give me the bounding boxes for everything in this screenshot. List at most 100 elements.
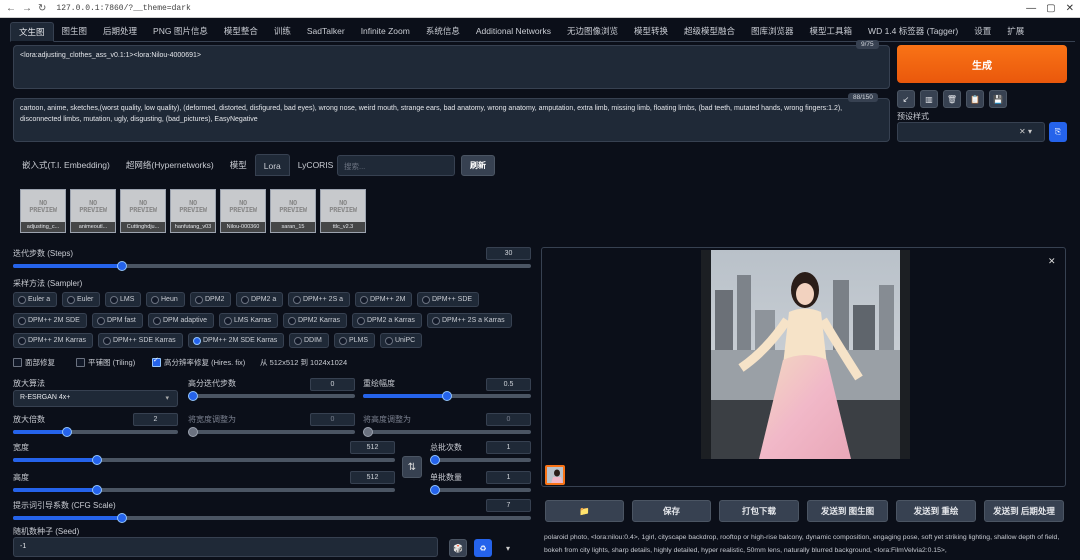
zip-download-button[interactable]: 打包下载 [719,500,799,522]
sampler-option[interactable]: UniPC [380,333,423,348]
clipboard-icon[interactable]: 📋 [966,90,984,108]
batch-count-input[interactable]: 1 [486,441,531,454]
network-tab-1[interactable]: 超网络(Hypernetworks) [118,154,222,176]
cfg-slider[interactable] [13,513,531,523]
tab-9[interactable]: Additional Networks [468,22,559,42]
sampler-option[interactable]: LMS [105,292,142,307]
sampler-option[interactable]: DPM++ 2M Karras [13,333,93,348]
tab-7[interactable]: Infinite Zoom [353,22,418,42]
hires-steps-input[interactable]: 0 [310,378,355,391]
lora-card[interactable]: NO PREVIEW saran_15 [270,189,316,233]
resize-width-input[interactable]: 0 [310,413,355,426]
reload-icon[interactable]: ↻ [38,3,46,14]
sampler-option[interactable]: DPM++ 2M SDE Karras [188,333,285,348]
send-to-inpaint-button[interactable]: 发送到 重绘 [896,500,976,522]
negative-prompt[interactable]: cartoon, anime, sketches,(worst quality,… [13,98,890,142]
network-tab-4[interactable]: LyCORIS [290,154,342,176]
tab-6[interactable]: SadTalker [299,22,353,42]
sampler-option[interactable]: DPM fast [92,313,143,328]
slider-handle[interactable] [92,455,103,465]
style-clear-icon[interactable]: ✕ ▾ [1019,127,1032,136]
resize-width-slider[interactable] [188,427,355,437]
slider-handle[interactable] [430,485,440,495]
slider-handle[interactable] [363,427,373,437]
send-to-img2img-button[interactable]: 发送到 图生图 [807,500,888,522]
steps-input[interactable]: 30 [486,247,531,260]
folder-icon[interactable]: 📁 [545,500,624,522]
positive-prompt[interactable]: <lora:adjusting_clothes_ass_v0.1:1><lora… [13,45,890,89]
tiling-checkbox[interactable]: 平铺图 (Tiling) [76,357,135,368]
image-thumbnail[interactable] [545,465,565,485]
sampler-option[interactable]: DPM++ 2S a Karras [427,313,512,328]
width-input[interactable]: 512 [350,441,395,454]
close-window-icon[interactable]: ✕ [1066,3,1074,14]
width-slider[interactable] [13,455,395,465]
resize-height-input[interactable]: 0 [486,413,531,426]
sampler-option[interactable]: DPM++ SDE [417,292,480,307]
style-select[interactable]: ✕ ▾ [897,122,1045,142]
denoise-slider[interactable] [363,391,531,401]
network-tab-2[interactable]: 模型 [222,154,255,176]
tab-2[interactable]: 后期处理 [95,22,145,42]
resize-height-slider[interactable] [363,427,531,437]
slider-handle[interactable] [116,513,127,523]
sampler-option[interactable]: DPM++ 2M SDE [13,313,87,328]
height-input[interactable]: 512 [350,471,395,484]
denoise-input[interactable]: 0.5 [486,378,531,391]
sampler-option[interactable]: DPM adaptive [148,313,214,328]
sampler-option[interactable]: DPM++ 2M [355,292,413,307]
generate-button[interactable]: 生成 [897,45,1067,83]
tab-11[interactable]: 模型转换 [626,22,676,42]
slider-handle[interactable] [92,485,103,495]
lora-card[interactable]: NO PREVIEW hanfutang_v03 [170,189,216,233]
sampler-option[interactable]: Euler [62,292,101,307]
dice-icon[interactable]: 🎲 [449,539,467,557]
refresh-button[interactable]: 刷新 [461,155,495,176]
tab-8[interactable]: 系统信息 [418,22,468,42]
tab-0[interactable]: 文生图 [10,21,54,42]
recycle-icon[interactable]: ♻ [474,539,492,557]
sampler-option[interactable]: DPM2 a [236,292,284,307]
lora-card[interactable]: NO PREVIEW animeoutl... [70,189,116,233]
lora-card[interactable]: NO PREVIEW adjusting_c... [20,189,66,233]
close-image-icon[interactable]: ✕ [1048,256,1056,267]
extra-networks-icon[interactable]: ▥ [920,90,938,108]
network-tab-3[interactable]: Lora [254,154,290,176]
lora-card[interactable]: NO PREVIEW Cuttinghdju... [120,189,166,233]
apply-style-button[interactable]: ⎘ [1049,122,1067,142]
tab-12[interactable]: 超级模型融合 [676,22,743,42]
network-tab-0[interactable]: 嵌入式(T.I. Embedding) [14,154,118,176]
restore-faces-checkbox[interactable]: 面部修复 [13,357,55,368]
minimize-icon[interactable]: — [1026,3,1036,14]
network-search-input[interactable]: 搜索... [337,155,455,176]
swap-dimensions-icon[interactable]: ⇅ [402,456,422,478]
generated-image[interactable] [701,250,910,459]
trash-icon[interactable]: 🗑 [943,90,961,108]
sampler-option[interactable]: DPM2 [190,292,232,307]
sampler-option[interactable]: DPM++ 2S a [288,292,351,307]
slider-handle[interactable] [188,427,198,437]
tab-17[interactable]: 扩展 [999,22,1032,42]
address-bar[interactable]: 127.0.0.1:7860/?__theme=dark [56,4,190,13]
save-style-icon[interactable]: 💾 [989,90,1007,108]
upscaler-select[interactable]: R-ESRGAN 4x+ ▾ [13,390,178,407]
cfg-input[interactable]: 7 [486,499,531,512]
slider-handle[interactable] [62,427,73,437]
height-slider[interactable] [13,485,395,495]
sampler-option[interactable]: Heun [146,292,185,307]
scale-slider[interactable] [13,427,178,437]
sampler-option[interactable]: Euler a [13,292,58,307]
back-icon[interactable]: ← [6,3,16,14]
save-button[interactable]: 保存 [632,500,711,522]
scale-input[interactable]: 2 [133,413,178,426]
slider-handle[interactable] [430,455,440,465]
tab-1[interactable]: 图生图 [54,22,96,42]
forward-icon[interactable]: → [22,3,32,14]
send-to-extras-button[interactable]: 发送到 后期处理 [984,500,1064,522]
tab-4[interactable]: 模型整合 [216,22,266,42]
tab-10[interactable]: 无边图像浏览 [559,22,626,42]
tab-15[interactable]: WD 1.4 标签器 (Tagger) [860,22,966,42]
sampler-option[interactable]: LMS Karras [219,313,278,328]
slider-handle[interactable] [188,391,198,401]
batch-size-slider[interactable] [430,485,531,495]
